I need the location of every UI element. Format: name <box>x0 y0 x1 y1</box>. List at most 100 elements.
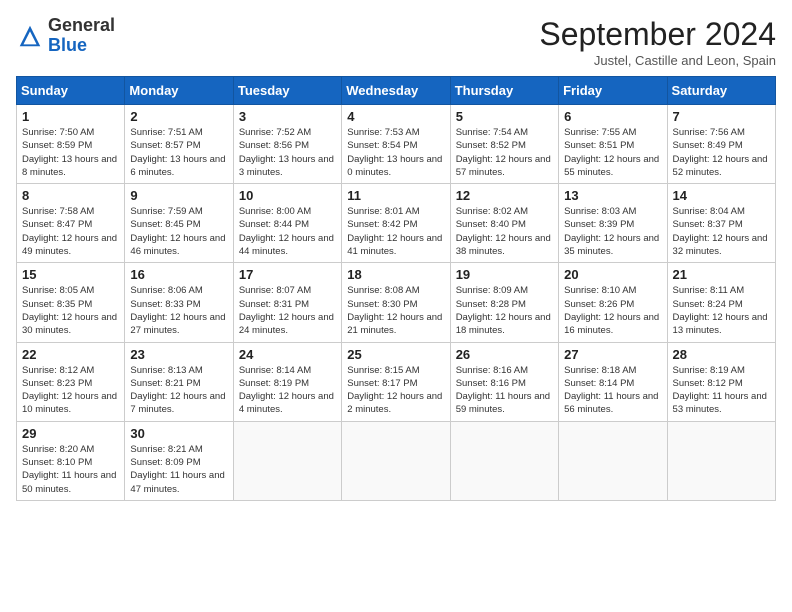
daylight-label: Daylight: 12 hours and 32 minutes. <box>673 233 768 257</box>
sunset-label: Sunset: 8:39 PM <box>564 219 634 230</box>
sunset-label: Sunset: 8:45 PM <box>130 219 200 230</box>
calendar-cell: 13 Sunrise: 8:03 AM Sunset: 8:39 PM Dayl… <box>559 184 667 263</box>
sunrise-label: Sunrise: 8:21 AM <box>130 444 202 455</box>
title-section: September 2024 Justel, Castille and Leon… <box>539 16 776 68</box>
day-info: Sunrise: 8:21 AM Sunset: 8:09 PM Dayligh… <box>130 443 227 496</box>
day-number: 17 <box>239 267 336 282</box>
day-info: Sunrise: 7:50 AM Sunset: 8:59 PM Dayligh… <box>22 126 119 179</box>
location-subtitle: Justel, Castille and Leon, Spain <box>539 53 776 68</box>
day-number: 11 <box>347 188 444 203</box>
sunrise-label: Sunrise: 8:20 AM <box>22 444 94 455</box>
daylight-label: Daylight: 12 hours and 55 minutes. <box>564 154 659 178</box>
sunset-label: Sunset: 8:35 PM <box>22 299 92 310</box>
sunset-label: Sunset: 8:17 PM <box>347 378 417 389</box>
calendar-cell: 25 Sunrise: 8:15 AM Sunset: 8:17 PM Dayl… <box>342 342 450 421</box>
day-info: Sunrise: 7:55 AM Sunset: 8:51 PM Dayligh… <box>564 126 661 179</box>
calendar-cell: 29 Sunrise: 8:20 AM Sunset: 8:10 PM Dayl… <box>17 421 125 500</box>
day-number: 8 <box>22 188 119 203</box>
sunrise-label: Sunrise: 8:08 AM <box>347 285 419 296</box>
sunset-label: Sunset: 8:40 PM <box>456 219 526 230</box>
sunset-label: Sunset: 8:44 PM <box>239 219 309 230</box>
sunset-label: Sunset: 8:24 PM <box>673 299 743 310</box>
sunrise-label: Sunrise: 7:58 AM <box>22 206 94 217</box>
calendar-cell: 23 Sunrise: 8:13 AM Sunset: 8:21 PM Dayl… <box>125 342 233 421</box>
calendar-cell: 19 Sunrise: 8:09 AM Sunset: 8:28 PM Dayl… <box>450 263 558 342</box>
calendar-cell: 8 Sunrise: 7:58 AM Sunset: 8:47 PM Dayli… <box>17 184 125 263</box>
day-info: Sunrise: 8:13 AM Sunset: 8:21 PM Dayligh… <box>130 364 227 417</box>
calendar-cell <box>342 421 450 500</box>
sunrise-label: Sunrise: 7:50 AM <box>22 127 94 138</box>
calendar-cell: 14 Sunrise: 8:04 AM Sunset: 8:37 PM Dayl… <box>667 184 775 263</box>
day-number: 9 <box>130 188 227 203</box>
day-info: Sunrise: 7:53 AM Sunset: 8:54 PM Dayligh… <box>347 126 444 179</box>
day-info: Sunrise: 8:16 AM Sunset: 8:16 PM Dayligh… <box>456 364 553 417</box>
day-number: 22 <box>22 347 119 362</box>
sunset-label: Sunset: 8:23 PM <box>22 378 92 389</box>
day-info: Sunrise: 8:18 AM Sunset: 8:14 PM Dayligh… <box>564 364 661 417</box>
calendar-cell <box>233 421 341 500</box>
sunrise-label: Sunrise: 8:12 AM <box>22 365 94 376</box>
daylight-label: Daylight: 12 hours and 27 minutes. <box>130 312 225 336</box>
calendar-week-4: 22 Sunrise: 8:12 AM Sunset: 8:23 PM Dayl… <box>17 342 776 421</box>
day-number: 30 <box>130 426 227 441</box>
daylight-label: Daylight: 12 hours and 49 minutes. <box>22 233 117 257</box>
sunrise-label: Sunrise: 8:11 AM <box>673 285 745 296</box>
calendar-header-row: Sunday Monday Tuesday Wednesday Thursday… <box>17 77 776 105</box>
calendar-cell: 12 Sunrise: 8:02 AM Sunset: 8:40 PM Dayl… <box>450 184 558 263</box>
day-number: 28 <box>673 347 770 362</box>
daylight-label: Daylight: 11 hours and 53 minutes. <box>673 391 767 415</box>
sunrise-label: Sunrise: 8:10 AM <box>564 285 636 296</box>
calendar-cell: 4 Sunrise: 7:53 AM Sunset: 8:54 PM Dayli… <box>342 105 450 184</box>
day-info: Sunrise: 7:51 AM Sunset: 8:57 PM Dayligh… <box>130 126 227 179</box>
daylight-label: Daylight: 11 hours and 59 minutes. <box>456 391 550 415</box>
day-number: 14 <box>673 188 770 203</box>
sunset-label: Sunset: 8:52 PM <box>456 140 526 151</box>
sunset-label: Sunset: 8:10 PM <box>22 457 92 468</box>
sunrise-label: Sunrise: 7:53 AM <box>347 127 419 138</box>
sunrise-label: Sunrise: 7:54 AM <box>456 127 528 138</box>
day-info: Sunrise: 8:00 AM Sunset: 8:44 PM Dayligh… <box>239 205 336 258</box>
daylight-label: Daylight: 12 hours and 46 minutes. <box>130 233 225 257</box>
col-saturday: Saturday <box>667 77 775 105</box>
calendar-cell: 15 Sunrise: 8:05 AM Sunset: 8:35 PM Dayl… <box>17 263 125 342</box>
day-info: Sunrise: 7:52 AM Sunset: 8:56 PM Dayligh… <box>239 126 336 179</box>
day-number: 24 <box>239 347 336 362</box>
calendar-cell <box>559 421 667 500</box>
day-info: Sunrise: 7:58 AM Sunset: 8:47 PM Dayligh… <box>22 205 119 258</box>
calendar-cell: 3 Sunrise: 7:52 AM Sunset: 8:56 PM Dayli… <box>233 105 341 184</box>
sunset-label: Sunset: 8:51 PM <box>564 140 634 151</box>
calendar-cell: 21 Sunrise: 8:11 AM Sunset: 8:24 PM Dayl… <box>667 263 775 342</box>
sunrise-label: Sunrise: 8:09 AM <box>456 285 528 296</box>
daylight-label: Daylight: 12 hours and 24 minutes. <box>239 312 334 336</box>
day-number: 15 <box>22 267 119 282</box>
calendar-cell: 11 Sunrise: 8:01 AM Sunset: 8:42 PM Dayl… <box>342 184 450 263</box>
col-friday: Friday <box>559 77 667 105</box>
day-number: 26 <box>456 347 553 362</box>
sunset-label: Sunset: 8:21 PM <box>130 378 200 389</box>
daylight-label: Daylight: 13 hours and 0 minutes. <box>347 154 442 178</box>
calendar-cell: 7 Sunrise: 7:56 AM Sunset: 8:49 PM Dayli… <box>667 105 775 184</box>
sunset-label: Sunset: 8:57 PM <box>130 140 200 151</box>
day-info: Sunrise: 8:09 AM Sunset: 8:28 PM Dayligh… <box>456 284 553 337</box>
sunrise-label: Sunrise: 7:59 AM <box>130 206 202 217</box>
logo-blue: Blue <box>48 35 87 55</box>
calendar-cell <box>450 421 558 500</box>
sunset-label: Sunset: 8:28 PM <box>456 299 526 310</box>
calendar-cell: 20 Sunrise: 8:10 AM Sunset: 8:26 PM Dayl… <box>559 263 667 342</box>
calendar-week-5: 29 Sunrise: 8:20 AM Sunset: 8:10 PM Dayl… <box>17 421 776 500</box>
calendar-cell: 30 Sunrise: 8:21 AM Sunset: 8:09 PM Dayl… <box>125 421 233 500</box>
sunset-label: Sunset: 8:16 PM <box>456 378 526 389</box>
daylight-label: Daylight: 12 hours and 44 minutes. <box>239 233 334 257</box>
day-info: Sunrise: 8:11 AM Sunset: 8:24 PM Dayligh… <box>673 284 770 337</box>
daylight-label: Daylight: 12 hours and 7 minutes. <box>130 391 225 415</box>
month-year-title: September 2024 <box>539 16 776 53</box>
sunrise-label: Sunrise: 8:16 AM <box>456 365 528 376</box>
day-number: 12 <box>456 188 553 203</box>
calendar-cell: 9 Sunrise: 7:59 AM Sunset: 8:45 PM Dayli… <box>125 184 233 263</box>
sunset-label: Sunset: 8:42 PM <box>347 219 417 230</box>
day-number: 10 <box>239 188 336 203</box>
sunset-label: Sunset: 8:19 PM <box>239 378 309 389</box>
daylight-label: Daylight: 12 hours and 16 minutes. <box>564 312 659 336</box>
daylight-label: Daylight: 12 hours and 41 minutes. <box>347 233 442 257</box>
day-number: 4 <box>347 109 444 124</box>
